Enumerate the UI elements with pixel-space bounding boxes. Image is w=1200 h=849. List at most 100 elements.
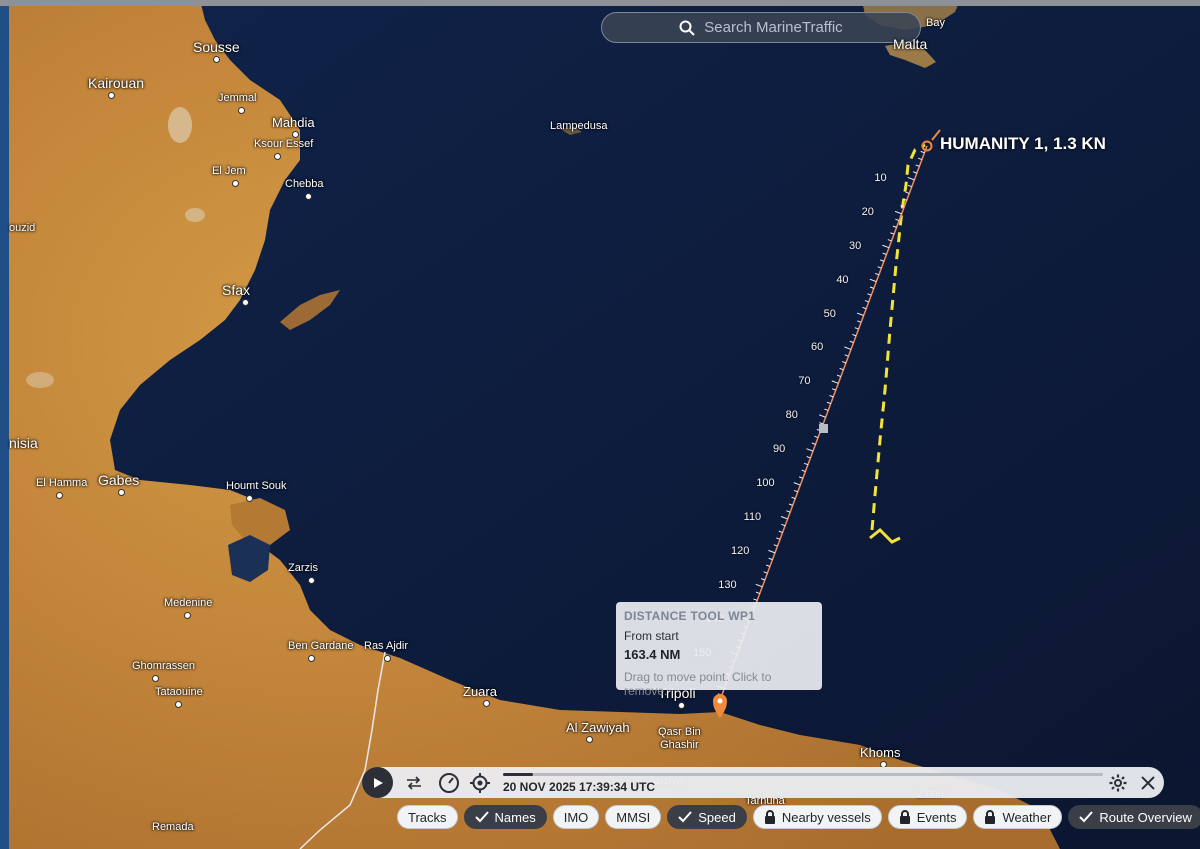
gear-icon xyxy=(1109,774,1127,792)
filter-chip-tracks[interactable]: Tracks xyxy=(397,805,458,829)
place-label-tunisia[interactable]: nisia xyxy=(9,436,38,450)
playback-bar: 20 NOV 2025 17:39:34 UTC xyxy=(362,767,1164,798)
filter-chip-label: Names xyxy=(494,809,536,825)
place-label-sousse[interactable]: Sousse xyxy=(193,40,240,54)
place-dot-ghomrassen xyxy=(152,675,159,682)
place-label-ghomrassen[interactable]: Ghomrassen xyxy=(132,660,195,673)
speedometer-icon xyxy=(439,773,459,793)
place-label-zarzis[interactable]: Zarzis xyxy=(288,562,318,575)
search-bar[interactable]: Search MarineTraffic xyxy=(601,12,921,43)
close-button[interactable] xyxy=(1138,773,1158,793)
place-label-bengardane[interactable]: Ben Gardane xyxy=(288,640,353,653)
search-input[interactable]: Search MarineTraffic xyxy=(704,19,842,36)
place-label-houmt[interactable]: Houmt Souk xyxy=(226,480,287,493)
filter-chip-nearby[interactable]: Nearby vessels xyxy=(752,805,882,829)
place-label-alzawiyah[interactable]: Al Zawiyah xyxy=(566,721,630,734)
filter-chip-speed[interactable]: Speed xyxy=(667,805,747,829)
distance-tick-label: 110 xyxy=(743,510,762,523)
distance-hint: Drag to move point. Click to remove. xyxy=(624,670,772,698)
place-label-rasajdir[interactable]: Ras Ajdir xyxy=(364,640,408,653)
place-label-malta[interactable]: Malta xyxy=(893,37,927,51)
filter-chip-events[interactable]: Events xyxy=(887,805,968,829)
place-label-kairouan[interactable]: Kairouan xyxy=(88,76,144,90)
distance-tick-label: 50 xyxy=(823,307,836,320)
distance-tool-tooltip[interactable]: DISTANCE TOOL WP1 From start 163.4 NM Dr… xyxy=(616,602,822,698)
distance-tick-label: 70 xyxy=(798,375,811,388)
place-label-medenine[interactable]: Medenine xyxy=(164,597,212,610)
place-label-bay[interactable]: Bay xyxy=(926,17,945,30)
play-icon xyxy=(373,777,383,788)
place-dot-ksour xyxy=(274,153,281,160)
playback-timestamp: 20 NOV 2025 17:39:34 UTC xyxy=(503,780,656,794)
waypoint-pin-dot xyxy=(717,698,723,704)
lock-icon xyxy=(899,810,911,824)
filter-chip-label: Route Overview xyxy=(1099,809,1192,825)
distance-tick-label: 60 xyxy=(810,341,824,354)
filter-chip-route[interactable]: Route Overview xyxy=(1068,805,1200,829)
distance-tick-label: 100 xyxy=(756,477,775,490)
place-dot-zarzis xyxy=(308,577,315,584)
place-dot-sfax xyxy=(242,299,249,306)
filter-chip-label: Speed xyxy=(698,809,736,825)
settings-button[interactable] xyxy=(1108,773,1128,793)
place-label-gabes[interactable]: Gabes xyxy=(98,473,139,487)
swap-button[interactable] xyxy=(404,773,424,793)
place-label-jemmal[interactable]: Jemmal xyxy=(218,92,257,105)
play-button[interactable] xyxy=(362,767,393,798)
place-dot-tripoli xyxy=(678,702,685,709)
place-dot-alzawiyah xyxy=(586,736,593,743)
place-label-zuara[interactable]: Zuara xyxy=(463,685,497,698)
place-dot-jemmal xyxy=(238,107,245,114)
distance-from-label: From start xyxy=(624,629,679,643)
lock-icon xyxy=(984,810,996,824)
speed-button[interactable] xyxy=(437,771,461,795)
place-dot-kairouan xyxy=(108,92,115,99)
place-dot-houmt xyxy=(246,495,253,502)
distance-tick-label: 80 xyxy=(785,409,798,422)
place-label-chebba[interactable]: Chebba xyxy=(285,178,324,191)
swap-arrows-icon xyxy=(407,776,421,790)
salt-lake xyxy=(168,107,192,143)
place-dot-elhamma xyxy=(56,492,63,499)
place-label-eljem[interactable]: El Jem xyxy=(212,165,246,178)
place-label-lampedusa[interactable]: Lampedusa xyxy=(550,120,608,133)
place-dot-zuara xyxy=(483,700,490,707)
distance-tick-label: 20 xyxy=(861,205,874,218)
check-icon xyxy=(678,811,692,823)
place-label-ksour[interactable]: Ksour Essef xyxy=(254,138,313,151)
place-label-qasr[interactable]: Qasr Bin Ghashir xyxy=(658,726,701,752)
filter-chip-label: MMSI xyxy=(616,809,651,825)
filter-chip-weather[interactable]: Weather xyxy=(973,805,1063,829)
filter-chip-label: Events xyxy=(916,809,957,825)
place-label-elhamma[interactable]: El Hamma xyxy=(36,477,87,490)
window-left-bar xyxy=(0,6,9,849)
salt-lake xyxy=(185,208,205,222)
distance-midpoint-handle[interactable] xyxy=(819,424,828,433)
crosshair-icon xyxy=(470,773,490,793)
filter-chip-mmsi[interactable]: MMSI xyxy=(605,805,662,829)
filter-chip-imo[interactable]: IMO xyxy=(552,805,600,829)
check-icon xyxy=(1079,811,1094,823)
place-dot-eljem xyxy=(232,180,239,187)
filter-chip-label: IMO xyxy=(563,809,589,825)
place-dot-chebba xyxy=(305,193,312,200)
place-label-sfax[interactable]: Sfax xyxy=(222,283,250,297)
filter-chip-label: Tracks xyxy=(408,809,447,825)
filter-chip-label: Weather xyxy=(1002,809,1052,825)
lock-icon xyxy=(764,810,776,824)
filter-chip-label: Nearby vessels xyxy=(781,809,871,825)
place-label-mahdia[interactable]: Mahdia xyxy=(272,116,315,129)
place-dot-medenine xyxy=(184,612,191,619)
vessel-label[interactable]: HUMANITY 1, 1.3 KN xyxy=(940,134,1106,154)
distance-tick-label: 30 xyxy=(848,239,862,252)
place-label-remada[interactable]: Remada xyxy=(152,821,194,834)
place-label-tataouine[interactable]: Tataouine xyxy=(155,686,203,699)
distance-tick-label: 10 xyxy=(874,171,887,184)
place-label-khoms[interactable]: Khoms xyxy=(860,746,900,759)
playback-progress[interactable] xyxy=(503,773,1103,776)
filter-chip-names[interactable]: Names xyxy=(463,805,547,829)
place-label-bouzid[interactable]: ouzid xyxy=(9,222,35,235)
locate-button[interactable] xyxy=(470,773,490,793)
playback-progress-fill xyxy=(503,773,533,776)
search-icon xyxy=(679,20,696,36)
